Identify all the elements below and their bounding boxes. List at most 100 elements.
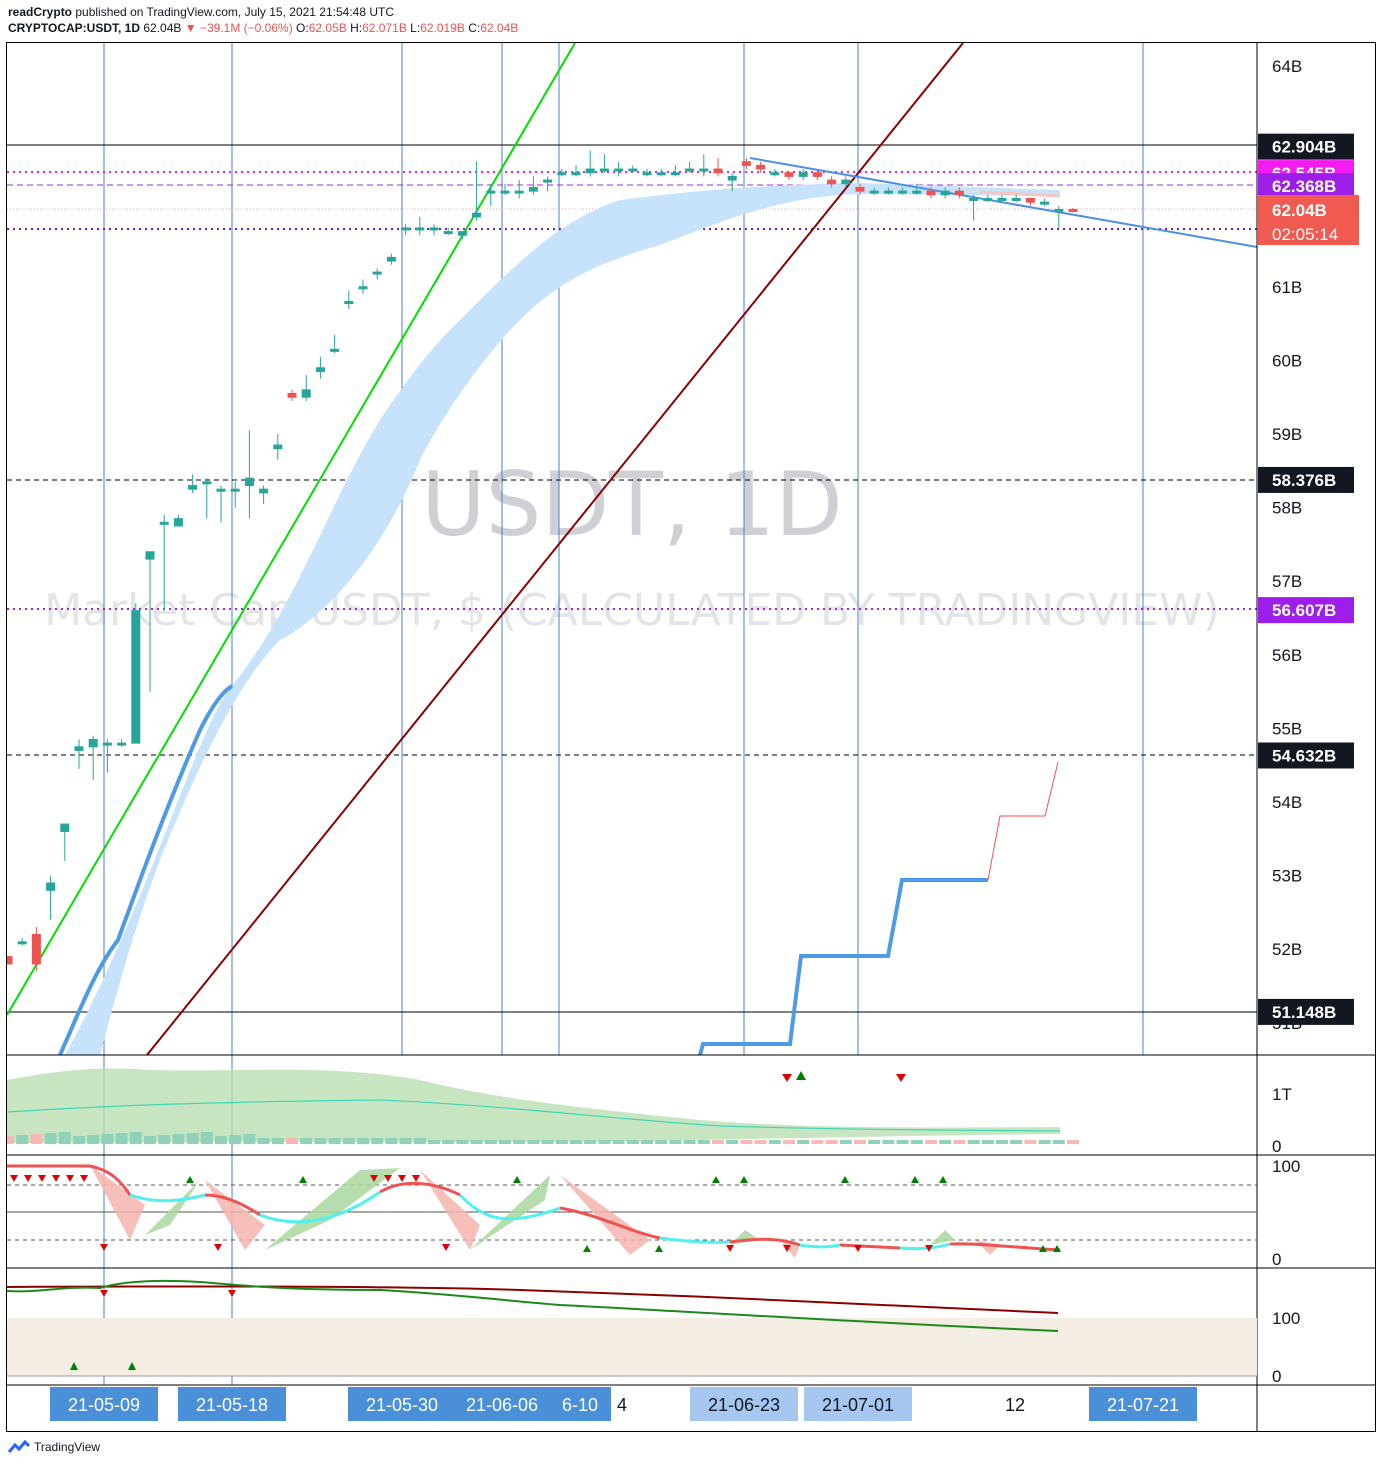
candle-body bbox=[31, 933, 41, 965]
footer: TradingView bbox=[8, 1440, 100, 1454]
volume-bar bbox=[981, 1140, 994, 1144]
osc-signal-up bbox=[513, 1176, 521, 1183]
candle-body bbox=[17, 941, 27, 945]
osc-signal-down bbox=[80, 1175, 88, 1182]
osc-signal-up bbox=[740, 1176, 748, 1183]
candle-body bbox=[145, 551, 155, 560]
volume-bar bbox=[215, 1136, 227, 1144]
volume-bar bbox=[484, 1140, 497, 1144]
candle-body bbox=[514, 190, 524, 194]
volume-bar bbox=[16, 1135, 29, 1144]
candle-body bbox=[117, 742, 127, 746]
volume-bar bbox=[527, 1140, 540, 1144]
candle-body bbox=[7, 956, 13, 965]
volume-bar bbox=[797, 1140, 810, 1144]
candle-body bbox=[685, 168, 695, 172]
candle-body bbox=[969, 197, 979, 201]
x-tick-label: 4 bbox=[617, 1395, 627, 1415]
volume-bar bbox=[1067, 1140, 1079, 1144]
y-tick-label: 54B bbox=[1272, 793, 1302, 812]
volume-bar bbox=[697, 1140, 710, 1144]
step-line bbox=[698, 878, 988, 1055]
signal-down-1 bbox=[782, 1074, 792, 1082]
trend-down-2 bbox=[228, 1290, 236, 1297]
candle-body bbox=[869, 190, 879, 194]
y-tick-label: 64B bbox=[1272, 57, 1302, 76]
candle-body bbox=[1025, 197, 1035, 203]
price-badge-label: 62.368B bbox=[1272, 177, 1336, 196]
volume-bar bbox=[58, 1132, 71, 1144]
candle-body bbox=[88, 738, 98, 748]
tradingview-logo-icon[interactable] bbox=[8, 1440, 30, 1454]
y-tick-label: 59B bbox=[1272, 425, 1302, 444]
x-tick-label: 21-06-06 bbox=[466, 1395, 538, 1415]
price-badge-label: 51.148B bbox=[1272, 1003, 1336, 1022]
volume-bar bbox=[1052, 1140, 1065, 1144]
volume-bar bbox=[257, 1138, 270, 1144]
candle-body bbox=[855, 186, 865, 192]
volume-bar bbox=[499, 1140, 511, 1144]
candle-body bbox=[1011, 197, 1021, 201]
signal-up-1 bbox=[796, 1071, 806, 1080]
candle-body bbox=[372, 271, 382, 275]
candle-body bbox=[642, 172, 652, 176]
volume-bar bbox=[896, 1140, 909, 1144]
osc-signal-down bbox=[24, 1175, 32, 1182]
osc-signal-up bbox=[841, 1176, 849, 1183]
volume-bar bbox=[271, 1138, 284, 1144]
x-axis: 21-05-09 21-05-18 21-05-30 21-06-06 6-10 4 21-… bbox=[50, 1387, 1197, 1421]
candle-body bbox=[571, 172, 581, 176]
osc-signal-up bbox=[186, 1176, 194, 1183]
chart-canvas[interactable]: USDT, 1D Market Cap USDT, $ (CALCULATED … bbox=[0, 0, 1382, 1467]
volume-bar bbox=[328, 1138, 341, 1144]
y-tick-label: 55B bbox=[1272, 719, 1302, 738]
candle-body bbox=[415, 227, 425, 231]
candle-body bbox=[770, 172, 780, 176]
volume-bar bbox=[996, 1140, 1008, 1144]
volume-bar bbox=[953, 1140, 966, 1144]
candle-body bbox=[216, 488, 226, 492]
candle-body bbox=[983, 197, 993, 201]
trend-zone bbox=[7, 1318, 1257, 1376]
watermark-subtitle: Market Cap USDT, $ (CALCULATED BY TRADIN… bbox=[44, 585, 1220, 636]
volume-bar bbox=[925, 1140, 937, 1144]
volume-bar bbox=[555, 1140, 568, 1144]
volume-bar bbox=[854, 1140, 866, 1144]
osc-signal-up bbox=[583, 1245, 591, 1252]
trend-down-1 bbox=[100, 1290, 108, 1297]
osc-signal-down bbox=[214, 1244, 222, 1251]
osc-signal-down bbox=[52, 1175, 60, 1182]
volume-bar bbox=[229, 1135, 242, 1144]
volume-bar bbox=[882, 1140, 895, 1144]
osc-signal-down bbox=[412, 1175, 420, 1182]
candle-body bbox=[472, 212, 482, 218]
candle-body bbox=[798, 172, 808, 177]
candle-body bbox=[386, 256, 396, 262]
volume-bar bbox=[314, 1138, 327, 1144]
footer-brand[interactable]: TradingView bbox=[34, 1440, 100, 1454]
volume-bar bbox=[470, 1140, 483, 1144]
volume-signals bbox=[782, 1071, 906, 1082]
volume-bar bbox=[413, 1138, 426, 1144]
candle-body bbox=[315, 367, 325, 372]
volume-bar bbox=[655, 1140, 668, 1144]
volume-bar bbox=[1038, 1140, 1051, 1144]
candle-body bbox=[131, 610, 141, 744]
candle-body bbox=[557, 172, 567, 176]
candle-body bbox=[940, 190, 950, 196]
volume-bar bbox=[811, 1140, 824, 1144]
candle-body bbox=[699, 168, 709, 172]
volume-bar bbox=[584, 1140, 597, 1144]
price-badge-label: 56.607B bbox=[1272, 601, 1336, 620]
volume-bar bbox=[342, 1138, 355, 1144]
signal-down-2 bbox=[896, 1074, 906, 1082]
volume-bar bbox=[129, 1132, 142, 1144]
candle-body bbox=[457, 231, 467, 236]
candle-body bbox=[202, 481, 212, 485]
volume-bar bbox=[399, 1138, 412, 1144]
osc-tick-0: 0 bbox=[1272, 1250, 1281, 1269]
last-price-value: 62.04B bbox=[1272, 201, 1327, 220]
volume-bar bbox=[541, 1140, 554, 1144]
osc-signal-up bbox=[939, 1176, 947, 1183]
candle-body bbox=[912, 190, 922, 194]
